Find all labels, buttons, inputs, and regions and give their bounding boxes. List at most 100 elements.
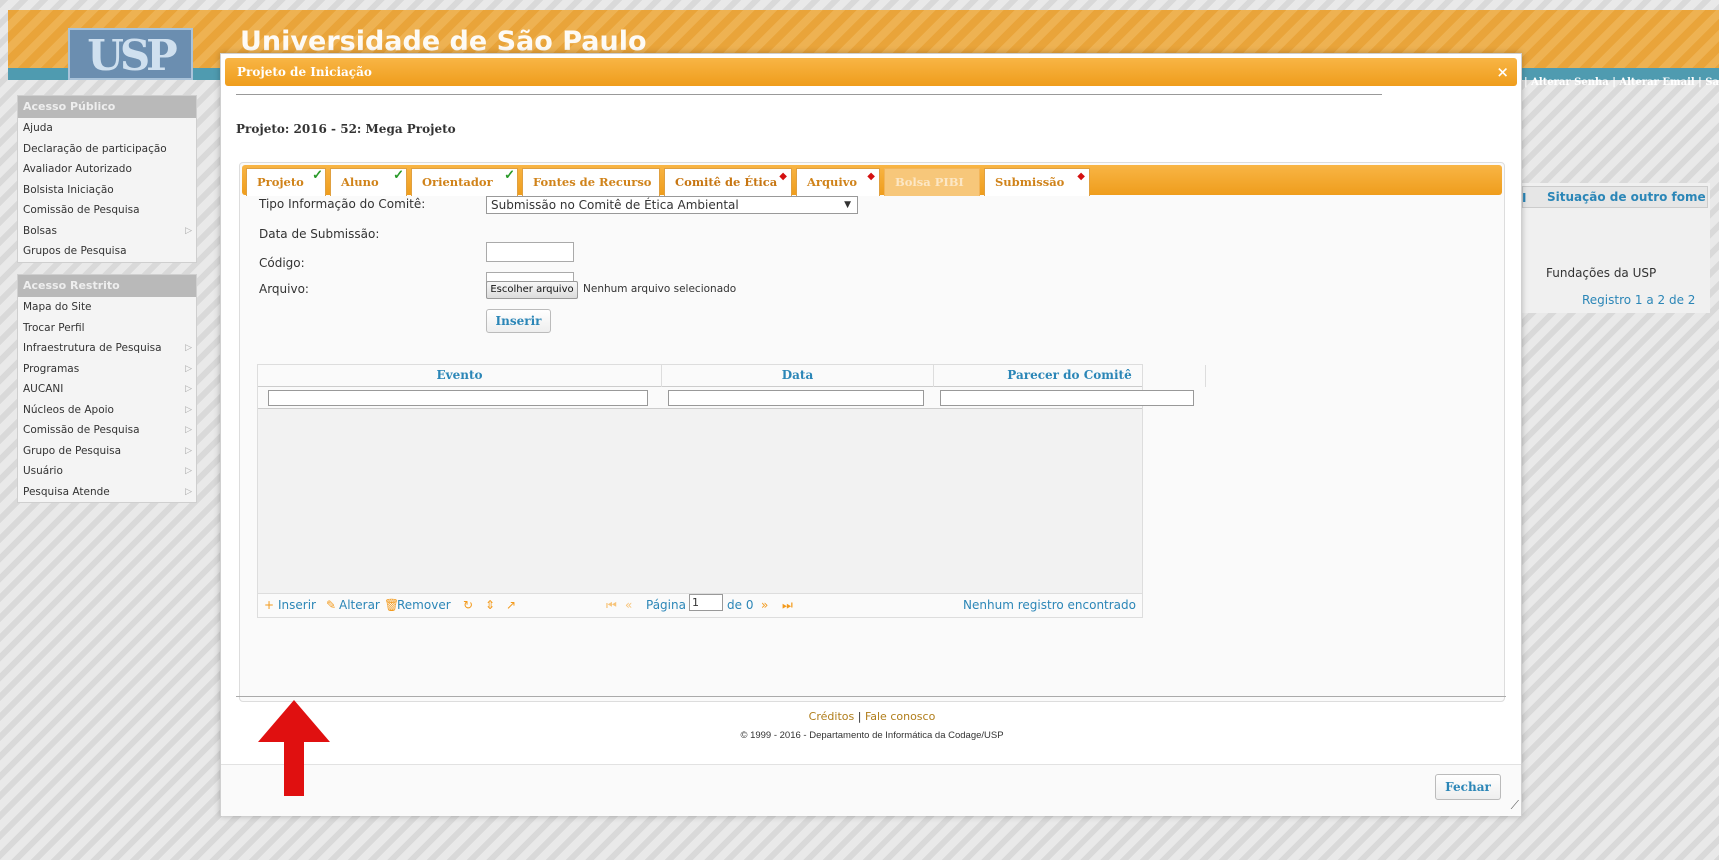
top-links[interactable]: ce | Alterar Senha | Alterar Email | Sa (1508, 77, 1719, 88)
menu-item-sub[interactable]: Grupo de Pesquisa ▷ (18, 441, 196, 462)
pager-edit-button[interactable]: Alterar (339, 594, 380, 616)
no-records-text: Nenhum registro encontrado (963, 598, 1136, 612)
menu-item-label: Comissão de Pesquisa (23, 424, 140, 436)
tab-bar: Projeto ✓ Aluno ✓ Orientador ✓ Fontes de Re… (242, 165, 1502, 197)
resize-handle-icon[interactable]: ⟋ (1511, 798, 1519, 813)
menu-public: Acesso Público Ajuda Declaração de parti… (17, 95, 197, 263)
menu-item-label: Pesquisa Atende (23, 485, 110, 498)
data-submissao-input[interactable] (486, 242, 574, 262)
tab-projeto[interactable]: Projeto ✓ (246, 168, 326, 196)
menu-item-sub[interactable]: Usuário ▷ (18, 461, 196, 482)
pager-insert-button[interactable]: Inserir (278, 594, 316, 616)
submenu-arrow-icon: ▷ (185, 343, 192, 353)
menu-item[interactable]: Avaliador Autorizado (18, 159, 196, 180)
red-arrow-annotation (258, 700, 330, 796)
events-grid: Evento Data Parecer do Comitê + Inserir … (257, 364, 1206, 618)
tab-label: Submissão (995, 175, 1065, 189)
credits-line: Créditos | Fale conosco (221, 710, 1523, 723)
menu-item[interactable]: Bolsista Iniciação (18, 180, 196, 201)
tab-fontes-de-recurso[interactable]: Fontes de Recurso (522, 168, 660, 196)
tab-submissao[interactable]: Submissão ◆ (984, 168, 1090, 196)
close-icon[interactable]: × (1496, 58, 1509, 86)
file-status: Nenhum arquivo selecionado (583, 283, 737, 295)
codigo-label: Código: (259, 256, 305, 270)
background-row-value: Fundações da USP (1546, 266, 1657, 280)
pending-icon: ◆ (1077, 171, 1085, 182)
tab-label: Fontes de Recurso (533, 175, 652, 189)
background-column-header-text: Situação de outro fome (1547, 190, 1706, 204)
sort-icon[interactable]: ⇕ (485, 594, 495, 616)
menu-item[interactable]: Grupos de Pesquisa (18, 241, 196, 262)
filter-evento-input[interactable] (268, 390, 648, 406)
credits-link[interactable]: Créditos (809, 710, 855, 723)
tab-arquivo[interactable]: Arquivo ◆ (796, 168, 880, 196)
menu-item-label: Programas (23, 362, 80, 375)
submenu-arrow-icon: ▷ (185, 225, 192, 236)
column-header-parecer[interactable]: Parecer do Comitê (934, 365, 1206, 387)
tipo-select[interactable]: Submissão no Comitê de Ética Ambiental ▼ (486, 196, 858, 214)
page-total: de 0 (727, 598, 754, 612)
contact-link[interactable]: Fale conosco (865, 710, 935, 723)
grid-pager: + Inserir ✎ Alterar 🗑 Remover ↻ ⇕ ↗ ⏮ « … (258, 593, 1142, 617)
menu-restricted-title: Acesso Restrito (18, 275, 196, 297)
submenu-arrow-icon: ▷ (185, 445, 192, 456)
background-column-short: I (1522, 191, 1527, 205)
filter-data-input[interactable] (668, 390, 924, 406)
check-icon: ✓ (312, 168, 323, 183)
grid-header: Evento Data Parecer do Comitê (258, 365, 1206, 387)
project-title: Projeto: 2016 - 52: Mega Projeto (236, 122, 456, 136)
check-icon: ✓ (393, 168, 404, 183)
tab-orientador[interactable]: Orientador ✓ (411, 168, 518, 196)
menu-item-sub[interactable]: AUCANI ▷ (18, 379, 196, 400)
menu-item-sub[interactable]: Infraestrutura de Pesquisa ▷ (18, 338, 196, 359)
submenu-arrow-icon: ▷ (185, 384, 192, 394)
refresh-icon[interactable]: ↻ (463, 594, 473, 616)
divider (236, 94, 1382, 95)
tab-label: Arquivo (807, 175, 858, 189)
pencil-icon[interactable]: ✎ (326, 594, 336, 616)
first-page-icon[interactable]: ⏮ (606, 594, 617, 616)
tab-aluno[interactable]: Aluno ✓ (330, 168, 407, 196)
submenu-arrow-icon: ▷ (185, 363, 192, 374)
data-submissao-label: Data de Submissão: (259, 227, 380, 241)
menu-public-title: Acesso Público (18, 96, 196, 118)
submenu-arrow-icon: ▷ (185, 425, 192, 435)
tab-label: Aluno (341, 175, 379, 189)
menu-item[interactable]: Declaração de participação (18, 139, 196, 160)
menu-item[interactable]: Ajuda (18, 118, 196, 139)
prev-page-icon[interactable]: « (625, 594, 632, 616)
menu-item-bolsas[interactable]: Bolsas ▷ (18, 221, 196, 242)
tab-label: Orientador (422, 175, 493, 189)
menu-item[interactable]: Comissão de Pesquisa (18, 200, 196, 221)
menu-item[interactable]: Mapa do Site (18, 297, 196, 318)
submenu-arrow-icon: ▷ (185, 486, 192, 497)
menu-item-sub[interactable]: Pesquisa Atende ▷ (18, 482, 196, 503)
arquivo-label: Arquivo: (259, 282, 309, 296)
modal-dialog: Projeto de Iniciação × Projeto: 2016 - 5… (220, 53, 1522, 816)
tipo-label: Tipo Informação do Comitê: (259, 197, 426, 211)
last-page-icon[interactable]: ⏭ (782, 594, 793, 616)
separator: | (857, 710, 862, 723)
page-label: Página (646, 598, 686, 612)
close-button[interactable]: Fechar (1435, 774, 1501, 800)
column-header-evento[interactable]: Evento (258, 365, 662, 387)
filter-parecer-input[interactable] (940, 390, 1194, 406)
next-page-icon[interactable]: » (761, 594, 768, 616)
tab-label: Comitê de Ética (675, 175, 778, 189)
menu-item-sub[interactable]: Núcleos de Apoio ▷ (18, 400, 196, 421)
page-input[interactable]: 1 (689, 594, 723, 611)
menu-item[interactable]: Trocar Perfil (18, 318, 196, 339)
tab-comite-de-etica[interactable]: Comitê de Ética ◆ (664, 168, 792, 197)
pager-remove-button[interactable]: Remover (397, 594, 451, 616)
menu-item-label: Infraestrutura de Pesquisa (23, 342, 162, 354)
menu-item-sub[interactable]: Programas ▷ (18, 359, 196, 380)
insert-button[interactable]: Inserir (486, 309, 551, 333)
plus-icon[interactable]: + (264, 594, 274, 616)
menu-restricted: Acesso Restrito Mapa do Site Trocar Perf… (17, 274, 197, 503)
choose-file-button[interactable]: Escolher arquivo (486, 281, 578, 299)
menu-item-label: Núcleos de Apoio (23, 403, 114, 416)
external-link-icon[interactable]: ↗ (506, 594, 516, 616)
modal-titlebar[interactable]: Projeto de Iniciação × (225, 58, 1517, 86)
menu-item-sub[interactable]: Comissão de Pesquisa ▷ (18, 420, 196, 441)
column-header-data[interactable]: Data (662, 365, 934, 387)
